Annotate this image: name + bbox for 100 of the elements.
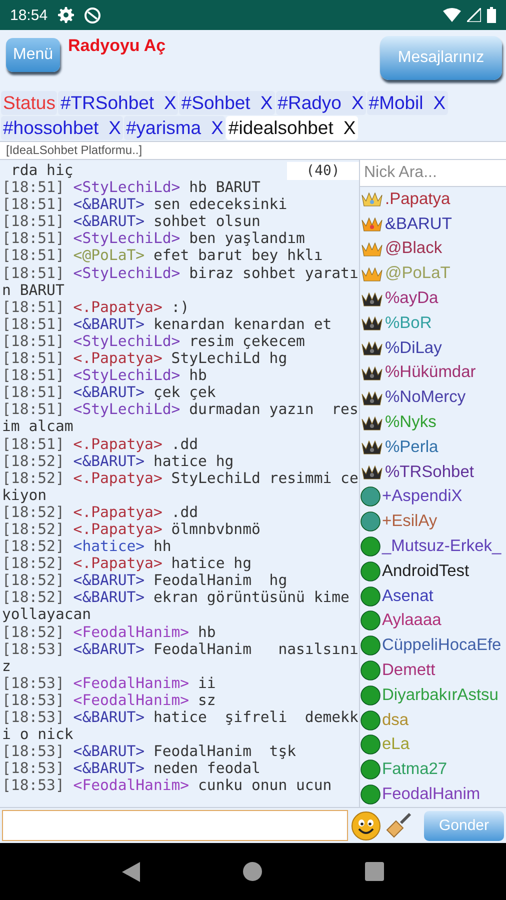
chat-message: [18:52] <.Papatya> .dd (2, 504, 200, 521)
chat-message: [18:51] <@PoLaT> efet barut bey hklı (2, 247, 324, 265)
nick-list-item[interactable]: %TRSohbet (360, 460, 506, 485)
status-dot-icon (360, 486, 381, 508)
status-dot-icon (360, 684, 381, 706)
nick-list-item[interactable]: DiyarbakırAstsu (360, 682, 506, 708)
crown-icon (360, 438, 384, 456)
status-dot-icon (360, 734, 381, 756)
user-count: (40) (287, 162, 359, 180)
data-saver-icon (84, 6, 101, 24)
nick-list-item[interactable]: Aylaaaa (360, 608, 506, 634)
chat-message: [18:53] <&BARUT> hatice şifreli demekki o nick (2, 709, 359, 744)
crown-icon (360, 264, 384, 283)
channel-topic: [IdeaLSohbet Platformu..] (0, 141, 506, 159)
chat-message: [18:51] <StyLechiLd> ben yaşlandım (2, 230, 306, 248)
channel-tab[interactable]: #idealsohbet X (226, 116, 358, 140)
chat-message: [18:52] <&BARUT> hatice hg (2, 452, 235, 470)
status-dot-icon (360, 660, 381, 682)
chat-message: [18:51] <StyLechiLd> biraz sohbet yaratın BARUT (2, 264, 359, 299)
crown-icon (360, 314, 384, 332)
chat-message: [18:53] <&BARUT> neden feodal (2, 760, 262, 778)
nick-list-item[interactable]: %DiLay (360, 336, 506, 361)
chat-message: [18:51] <StyLechiLd> resim çekecem (2, 332, 306, 350)
chat-message: [18:51] <.Papatya> StyLechiLd hg (2, 350, 288, 368)
nick-list-item[interactable]: Asenat (360, 584, 506, 609)
nick-list-item[interactable]: Demett (360, 658, 506, 683)
nick-list-item[interactable]: %Hükümdar (360, 360, 506, 386)
chat-message: [18:51] <StyLechiLd> durmadan yazın resim alcam (2, 401, 359, 436)
nick-list-item[interactable]: %NoMercy (360, 385, 506, 410)
nick-list-item[interactable]: &BARUT (360, 212, 506, 237)
chat-message: [18:51] <&BARUT> sohbet olsun (2, 213, 262, 230)
chat-message: [18:51] <&BARUT> sen edeceksinki (2, 196, 288, 214)
crown-icon (360, 463, 384, 482)
chat-message: [18:52] <hatice> hh (2, 538, 172, 556)
status-dot-icon (360, 610, 381, 632)
nick-list-item[interactable]: +AspendiX (360, 484, 506, 510)
status-dot-icon (360, 784, 381, 806)
chat-message: [18:52] <.Papatya> hatice hg (2, 555, 252, 572)
channel-tab[interactable]: #Radyo X (276, 91, 366, 115)
battery-icon (487, 7, 496, 23)
nick-list-item[interactable]: FeodalHanim (360, 782, 506, 807)
chat-message: [18:51] <.Papatya> .dd (2, 436, 200, 453)
crown-icon (360, 290, 384, 308)
clock: 18:54 (10, 6, 48, 24)
nick-list-item[interactable]: %Perla (360, 434, 506, 460)
chat-message: [18:53] <FeodalHanim> ii (2, 674, 217, 692)
message-input[interactable] (2, 810, 348, 841)
nick-list-item[interactable]: @Black (360, 236, 506, 262)
wifi-icon (443, 8, 461, 22)
nick-list-item[interactable]: +EsilAy (360, 509, 506, 534)
chat-message: [18:51] <&BARUT> kenardan kenardan et (2, 316, 333, 333)
chat-message: [18:53] <FeodalHanim> sz (2, 692, 217, 709)
chat-message: [18:51] <.Papatya> :) (2, 298, 190, 316)
status-dot-icon (360, 759, 381, 780)
recents-icon[interactable] (365, 862, 384, 881)
crown-icon (360, 190, 384, 208)
chat-message: [18:51] <StyLechiLd> hb (2, 367, 208, 384)
nick-search-field[interactable]: Nick Ara... (360, 160, 506, 187)
nick-list-item[interactable]: CüppeliHocaEfe (360, 633, 506, 658)
nick-list-item[interactable]: .Papatya (360, 187, 506, 212)
home-icon[interactable] (242, 862, 262, 881)
status-dot-icon (360, 586, 381, 607)
nick-list-item[interactable]: %ayDa (360, 286, 506, 311)
smiley-icon[interactable] (351, 810, 381, 840)
brush-icon[interactable] (384, 812, 412, 840)
nick-list-item[interactable]: _Mutsuz-Erkek_ (360, 534, 506, 559)
radio-link[interactable]: Radyoyu Aç (68, 36, 166, 56)
channel-tab[interactable]: #hossohbet X (1, 116, 124, 140)
status-dot-icon (360, 560, 381, 582)
nick-list-item[interactable]: Fatma27 (360, 757, 506, 782)
crown-icon (360, 414, 384, 432)
signal-icon (467, 8, 481, 22)
channel-tab[interactable]: #Sohbet X (179, 91, 275, 115)
nick-list-item[interactable]: AndroidTest (360, 558, 506, 584)
channel-tab[interactable]: #yarisma X (124, 116, 226, 140)
crown-icon (360, 215, 384, 234)
status-dot-icon (360, 635, 381, 656)
chat-message: [18:52] <.Papatya> ölmnbvbnmö (2, 520, 262, 538)
back-icon[interactable] (122, 862, 140, 882)
status-dot-icon (360, 536, 381, 558)
chat-message: [18:52] <.Papatya> StyLechiLd resimmi cekiyon (2, 470, 359, 504)
channel-tab[interactable]: #Mobil X (366, 91, 448, 115)
chat-message: [18:51] <&BARUT> çek çek (2, 384, 217, 402)
nick-list-item[interactable]: %BoR (360, 310, 506, 336)
chat-message: [18:53] <FeodalHanim> cunku onun ucun (2, 777, 333, 794)
crown-icon (360, 388, 384, 407)
status-dot-icon (360, 710, 381, 731)
crown-icon (360, 364, 384, 382)
chat-message: rda hiç (10, 162, 74, 180)
channel-tab[interactable]: Status (1, 91, 58, 115)
status-dot-icon (360, 511, 381, 532)
chat-message: [18:52] <FeodalHanim> hb (2, 624, 217, 641)
crown-icon (360, 240, 384, 258)
nick-list-item[interactable]: %Nyks (360, 410, 506, 435)
chat-message: [18:51] <StyLechiLd> hb BARUT (2, 179, 262, 196)
gear-icon (58, 7, 74, 23)
chat-message: [18:53] <&BARUT> FeodalHanim tşk (2, 743, 298, 760)
channel-tab[interactable]: #TRSohbet X (58, 91, 178, 115)
chat-message: [18:52] <&BARUT> FeodalHanim hg (2, 572, 288, 590)
crown-icon (360, 339, 384, 358)
